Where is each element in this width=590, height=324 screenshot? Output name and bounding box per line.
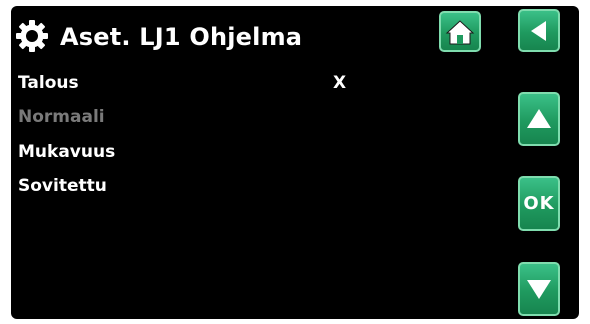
device-screen: Aset. LJ1 Ohjelma Talous X Normaali Muka… — [11, 6, 579, 319]
home-icon — [445, 19, 475, 44]
menu-item-mukavuus[interactable]: Mukavuus — [18, 142, 115, 162]
selected-marker: X — [333, 73, 347, 93]
scroll-up-button[interactable] — [518, 92, 560, 146]
up-arrow-icon — [527, 109, 551, 128]
menu-item-talous[interactable]: Talous — [18, 73, 79, 93]
back-arrow-icon — [531, 20, 546, 41]
ok-button[interactable]: OK — [518, 176, 560, 231]
page-title: Aset. LJ1 Ohjelma — [60, 23, 303, 51]
scroll-down-button[interactable] — [518, 262, 560, 316]
gear-icon — [16, 20, 48, 52]
down-arrow-icon — [527, 280, 551, 299]
menu-item-sovitettu[interactable]: Sovitettu — [18, 176, 107, 196]
back-button[interactable] — [518, 9, 560, 52]
ok-label: OK — [523, 193, 555, 214]
home-button[interactable] — [439, 11, 481, 52]
menu-item-normaali: Normaali — [18, 107, 105, 127]
